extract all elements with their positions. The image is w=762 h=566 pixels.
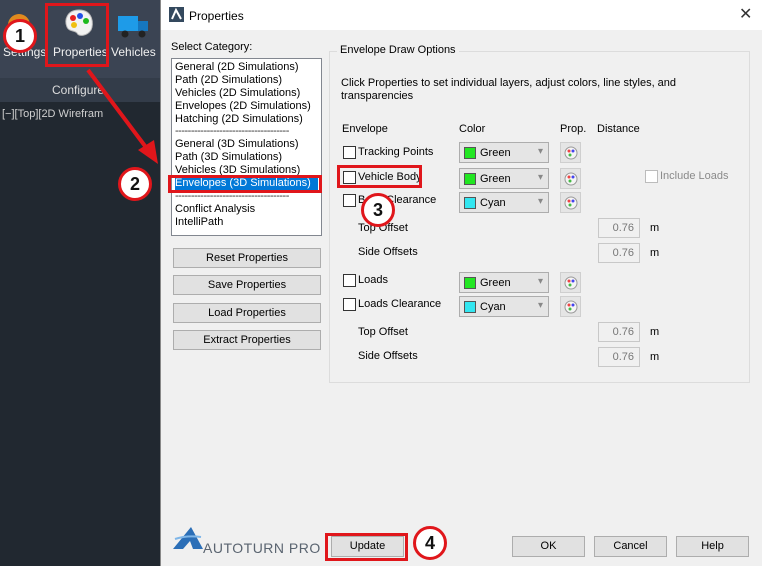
tracking-points-color-select[interactable]: Green ▾	[459, 142, 549, 163]
loads-clearance-label: Loads Clearance	[358, 298, 442, 310]
loads-checkbox[interactable]	[343, 274, 356, 287]
body-clearance-color-select[interactable]: Cyan ▾	[459, 192, 549, 213]
category-item[interactable]: General (3D Simulations)	[175, 138, 318, 151]
category-item[interactable]: IntelliPath	[175, 216, 318, 229]
unit-label: m	[650, 351, 660, 363]
color-swatch	[464, 277, 476, 289]
dialog-titlebar[interactable]: Properties ✕	[161, 0, 762, 30]
category-list[interactable]: General (2D Simulations) Path (2D Simula…	[171, 58, 322, 236]
tracking-points-checkbox[interactable]	[343, 146, 356, 159]
category-item[interactable]: Conflict Analysis	[175, 203, 318, 216]
category-highlight-box	[168, 175, 322, 193]
unit-label: m	[650, 222, 660, 234]
palette-icon	[564, 172, 578, 186]
reset-properties-button[interactable]: Reset Properties	[173, 248, 321, 268]
dialog-title: Properties	[189, 9, 244, 23]
color-value: Cyan	[480, 301, 506, 313]
chevron-down-icon: ▾	[537, 146, 543, 157]
color-swatch	[464, 147, 476, 159]
step-marker-3: 3	[361, 193, 395, 227]
palette-icon	[564, 196, 578, 210]
prop-column-header: Prop.	[560, 123, 587, 135]
vehicles-label: Vehicles	[111, 45, 156, 59]
update-highlight-box	[325, 533, 408, 561]
vehicles-ribbon-button[interactable]: Vehicles	[110, 8, 160, 68]
loads-side-offsets-input[interactable]: 0.76	[598, 347, 640, 367]
color-value: Cyan	[480, 197, 506, 209]
chevron-down-icon: ▾	[537, 276, 543, 287]
category-item[interactable]: Envelopes (2D Simulations)	[175, 100, 318, 113]
color-column-header: Color	[459, 123, 486, 135]
palette-icon	[564, 300, 578, 314]
properties-highlight-box	[45, 3, 109, 67]
category-item[interactable]: Vehicles (2D Simulations)	[175, 87, 318, 100]
chevron-down-icon: ▾	[537, 300, 543, 311]
group-title: Envelope Draw Options	[337, 44, 459, 56]
load-properties-button[interactable]: Load Properties	[173, 303, 321, 323]
category-separator: ------------------------------------	[175, 125, 289, 138]
loads-label: Loads	[358, 274, 388, 286]
palette-icon	[564, 146, 578, 160]
loads-clearance-color-select[interactable]: Cyan ▾	[459, 296, 549, 317]
tracking-points-prop-button[interactable]	[560, 142, 581, 163]
unit-label: m	[650, 247, 660, 259]
category-item[interactable]: Path (3D Simulations)	[175, 151, 318, 164]
ok-button[interactable]: OK	[512, 536, 585, 557]
loads-top-offset-input[interactable]: 0.76	[598, 322, 640, 342]
distance-column-header: Distance	[597, 123, 640, 135]
step-marker-2: 2	[118, 167, 152, 201]
vehicle-body-color-select[interactable]: Green ▾	[459, 168, 549, 189]
autoturn-logo-text: AUTOTURN PRO	[203, 540, 321, 556]
color-value: Green	[480, 173, 511, 185]
color-value: Green	[480, 147, 511, 159]
vehicle-body-prop-button[interactable]	[560, 168, 581, 189]
body-clearance-prop-button[interactable]	[560, 192, 581, 213]
body-top-offset-input[interactable]: 0.76	[598, 218, 640, 238]
loads-clearance-prop-button[interactable]	[560, 296, 581, 317]
loads-clearance-checkbox[interactable]	[343, 298, 356, 311]
include-loads-checkbox[interactable]	[645, 170, 658, 183]
step-marker-1: 1	[3, 19, 37, 53]
include-loads-label: Include Loads	[660, 170, 729, 182]
autoturn-logo-icon	[173, 527, 203, 549]
category-item[interactable]: General (2D Simulations)	[175, 61, 318, 74]
unit-label: m	[650, 326, 660, 338]
cancel-button[interactable]: Cancel	[594, 536, 667, 557]
chevron-down-icon: ▾	[537, 172, 543, 183]
chevron-down-icon: ▾	[537, 196, 543, 207]
category-item[interactable]: Path (2D Simulations)	[175, 74, 318, 87]
app-icon	[169, 7, 184, 22]
palette-icon	[564, 276, 578, 290]
color-swatch	[464, 197, 476, 209]
envelope-column-header: Envelope	[342, 123, 388, 135]
body-clearance-checkbox[interactable]	[343, 194, 356, 207]
close-icon[interactable]: ✕	[739, 4, 752, 24]
step-marker-4: 4	[413, 526, 447, 560]
vehicle-body-highlight-box	[337, 165, 422, 188]
category-item[interactable]: Hatching (2D Simulations)	[175, 113, 318, 126]
truck-icon	[118, 16, 148, 38]
loads-side-offsets-label: Side Offsets	[358, 350, 418, 362]
body-side-offsets-input[interactable]: 0.76	[598, 243, 640, 263]
help-button[interactable]: Help	[676, 536, 749, 557]
loads-top-offset-label: Top Offset	[358, 326, 408, 338]
body-side-offsets-label: Side Offsets	[358, 246, 418, 258]
color-swatch	[464, 173, 476, 185]
loads-prop-button[interactable]	[560, 272, 581, 293]
group-description: Click Properties to set individual layer…	[341, 77, 677, 102]
select-category-label: Select Category:	[171, 41, 253, 53]
color-value: Green	[480, 277, 511, 289]
arrow-icon	[86, 68, 158, 164]
color-swatch	[464, 301, 476, 313]
extract-properties-button[interactable]: Extract Properties	[173, 330, 321, 350]
loads-color-select[interactable]: Green ▾	[459, 272, 549, 293]
properties-dialog: Properties ✕ Select Category: General (2…	[160, 0, 762, 566]
save-properties-button[interactable]: Save Properties	[173, 275, 321, 295]
tracking-points-label: Tracking Points	[358, 146, 434, 158]
